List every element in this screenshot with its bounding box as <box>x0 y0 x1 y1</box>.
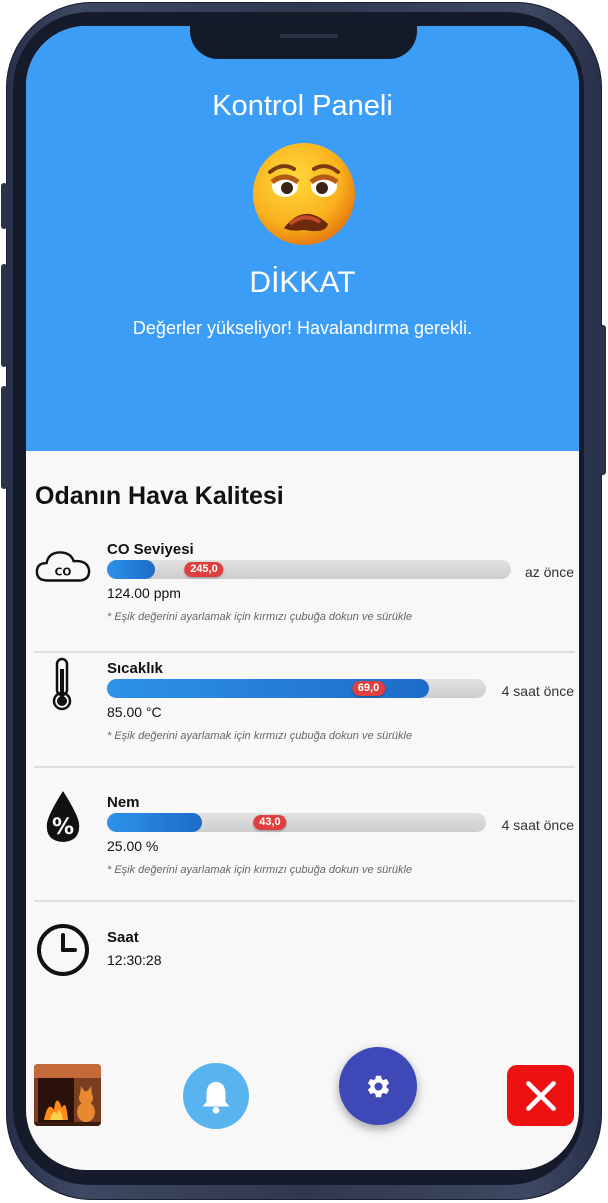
clock-value: 12:30:28 <box>107 952 162 968</box>
sensor-value: 124.00 ppm <box>107 585 181 601</box>
notifications-button[interactable] <box>183 1063 249 1129</box>
sensor-fill <box>107 560 156 579</box>
co-cloud-icon: CO <box>35 551 91 582</box>
sensor-value: 25.00 % <box>107 838 159 854</box>
bell-icon <box>183 1063 249 1129</box>
clock-row: Saat 12:30:28 <box>26 923 579 983</box>
phone-speaker <box>280 34 338 38</box>
threshold-handle[interactable]: 245,0 <box>184 562 224 577</box>
sensor-updated-time: az önce <box>524 564 574 580</box>
sensor-label: CO Seviyesi <box>107 541 194 558</box>
sensor-updated-time: 4 saat önce <box>501 817 574 833</box>
sensor-updated-time: 4 saat önce <box>501 683 574 699</box>
worried-face-icon <box>253 143 355 245</box>
sensor-value: 85.00 °C <box>107 704 162 720</box>
close-button[interactable] <box>507 1065 574 1126</box>
sensor-bar[interactable]: 245,0 <box>107 560 511 579</box>
side-button-volume-down <box>1 386 7 489</box>
fireplace-cat-illustration <box>34 1064 101 1126</box>
clock-icon <box>37 924 89 976</box>
sensor-hint: * Eşik değerini ayarlamak için kırmızı ç… <box>107 730 413 742</box>
gear-icon <box>339 1047 417 1125</box>
sensor-label: Sıcaklık <box>107 660 163 677</box>
threshold-handle[interactable]: 43,0 <box>253 815 287 830</box>
phone-notch <box>190 26 417 59</box>
dashboard-header: Kontrol Paneli DİKKAT Değerler yükseliyo <box>26 26 579 451</box>
sensor-fill <box>107 813 202 832</box>
close-icon <box>507 1065 574 1126</box>
divider <box>34 651 575 653</box>
side-button-mute <box>1 183 7 229</box>
sensor-hint: * Eşik değerini ayarlamak için kırmızı ç… <box>107 864 413 876</box>
sensor-row-co: CO CO Seviyesi 245,0 az önce 124.00 ppm … <box>26 538 579 653</box>
divider <box>34 766 575 768</box>
app-screen: Kontrol Paneli DİKKAT Değerler yükseliyo <box>26 26 579 1170</box>
settings-button[interactable] <box>339 1047 417 1125</box>
side-button-volume-up <box>1 264 7 367</box>
sensor-hint: * Eşik değerini ayarlamak için kırmızı ç… <box>107 611 413 623</box>
sensor-bar[interactable]: 43,0 <box>107 813 486 832</box>
humidity-drop-icon: % <box>46 791 80 842</box>
svg-text:%: % <box>52 815 74 840</box>
sensor-label: Nem <box>107 794 140 811</box>
page-title: Kontrol Paneli <box>212 90 393 122</box>
clock-label: Saat <box>107 929 139 946</box>
status-heading: DİKKAT <box>249 266 356 299</box>
sensor-row-temperature: Sıcaklık 69,0 4 saat önce 85.00 °C * Eşi… <box>26 657 579 767</box>
sensor-row-humidity: % Nem 43,0 4 saat önce 25.00 % * Eşik de… <box>26 791 579 901</box>
thermometer-icon <box>52 657 72 711</box>
sensor-bar[interactable]: 69,0 <box>107 679 486 698</box>
divider <box>34 900 575 902</box>
side-button-power <box>599 325 606 475</box>
fireplace-cat-image[interactable] <box>34 1064 101 1126</box>
section-title: Odanın Hava Kalitesi <box>35 482 284 510</box>
status-message: Değerler yükseliyor! Havalandırma gerekl… <box>132 318 473 338</box>
threshold-handle[interactable]: 69,0 <box>351 681 386 696</box>
svg-text:CO: CO <box>55 566 72 579</box>
